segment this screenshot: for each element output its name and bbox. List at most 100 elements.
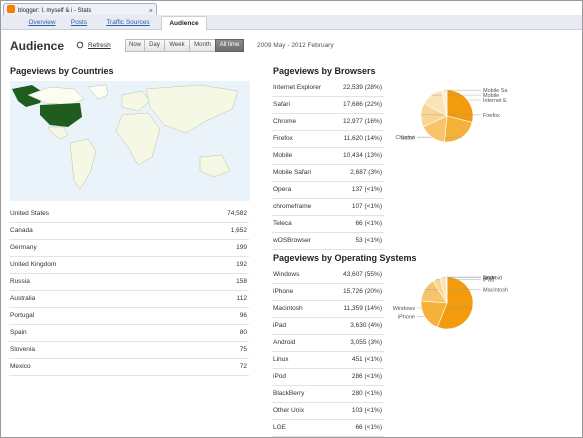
country-row: Slovenia 75 <box>9 342 249 359</box>
os-row: BlackBerry 280 (<1%) <box>272 386 384 403</box>
country-row: Mexico 72 <box>9 359 249 376</box>
country-label: Germany <box>10 244 37 251</box>
country-value: 75 <box>239 346 247 353</box>
os-value: 103 (<1%) <box>351 407 382 414</box>
pie-slice-label: Windows <box>393 306 416 312</box>
browser-value: 53 (<1%) <box>355 237 382 244</box>
blogger-icon <box>7 5 15 13</box>
os-label: LGE <box>273 424 287 431</box>
os-row: LGE 66 (<1%) <box>272 420 384 437</box>
os-value: 15,726 (20%) <box>342 288 382 295</box>
os-value: 11,359 (14%) <box>343 305 382 312</box>
os-row: Windows 43,607 (55%) <box>272 267 384 284</box>
world-map <box>10 81 250 201</box>
range-week-button[interactable]: Week <box>164 39 190 52</box>
os-value: 43,607 (55%) <box>342 271 382 278</box>
os-label: Windows <box>273 271 300 278</box>
browser-row: Safari 17,686 (22%) <box>272 97 384 114</box>
os-pie-chart: WindowsiPhoneMacintoshiPadAndroidLinux <box>393 275 508 330</box>
browser-row: wOSBrowser 53 (<1%) <box>272 233 384 250</box>
country-value: 158 <box>236 278 247 285</box>
tab-audience[interactable]: Audience <box>161 16 207 31</box>
country-value: 1,652 <box>230 227 247 234</box>
browser-row: Firefox 11,620 (14%) <box>272 131 384 148</box>
os-value: 280 (<1%) <box>351 390 382 397</box>
os-label: iPhone <box>273 288 294 295</box>
browser-value: 2,687 (3%) <box>350 169 382 176</box>
os-label: iPad <box>273 322 287 329</box>
range-day-button[interactable]: Day <box>144 39 165 52</box>
os-row: Android 3,055 (3%) <box>272 335 384 352</box>
browser-label: Chrome <box>273 118 297 125</box>
browser-value: 22,539 (28%) <box>342 84 382 91</box>
pie-slice-label: Linux <box>483 275 496 281</box>
os-table: Windows 43,607 (55%) iPhone 15,726 (20%) Mac… <box>272 267 384 437</box>
pie-slice-label: Macintosh <box>483 288 508 294</box>
browser-value: 12,977 (16%) <box>342 118 382 125</box>
country-value: 199 <box>236 244 247 251</box>
browser-value: 11,620 (14%) <box>343 135 382 142</box>
range-all-time-button[interactable]: All time <box>215 39 244 52</box>
browser-row: Teleca 66 (<1%) <box>272 216 384 233</box>
browser-label: Mobile Safari <box>273 169 311 176</box>
country-value: 74,582 <box>227 210 247 217</box>
country-value: 112 <box>236 295 247 302</box>
tab-posts[interactable]: Posts <box>67 17 91 28</box>
tab-overview[interactable]: Overview <box>23 17 61 28</box>
browsers-title: Pageviews by Browsers <box>273 66 376 76</box>
country-label: United States <box>10 210 50 217</box>
os-label: iPod <box>273 373 287 380</box>
os-label: Other Unix <box>273 407 305 414</box>
browser-value: 137 (<1%) <box>351 186 382 193</box>
os-title: Pageviews by Operating Systems <box>273 253 417 263</box>
countries-title: Pageviews by Countries <box>10 66 114 76</box>
country-value: 192 <box>236 261 247 268</box>
range-now-button[interactable]: Now <box>125 39 145 52</box>
countries-table: United States 74,582 Canada 1,652 Germany 199… <box>9 206 249 376</box>
browser-row: chromeframe 107 (<1%) <box>272 199 384 216</box>
stats-window: blogger: I, myself & i - Stats × Overvie… <box>0 0 583 438</box>
country-row: Russia 158 <box>9 274 249 291</box>
os-label: BlackBerry <box>273 390 305 397</box>
country-row: United Kingdom 192 <box>9 257 249 274</box>
browser-value: 17,686 (22%) <box>342 101 382 108</box>
browser-row: Mobile Safari 2,687 (3%) <box>272 165 384 182</box>
browser-label: Internet Explorer <box>273 84 322 91</box>
browsers-pie-chart: Internet ESafariChromeFirefoxMobileMobil… <box>395 88 508 143</box>
browser-label: Mobile <box>273 152 293 159</box>
country-row: Canada 1,652 <box>9 223 249 240</box>
tab-traffic-sources[interactable]: Traffic Sources <box>99 17 157 28</box>
os-row: iPad 3,630 (4%) <box>272 318 384 335</box>
browser-label: Opera <box>273 186 292 193</box>
browser-value: 107 (<1%) <box>351 203 382 210</box>
range-month-button[interactable]: Month <box>189 39 216 52</box>
country-row: Spain 80 <box>9 325 249 342</box>
refresh-icon[interactable] <box>76 41 84 49</box>
country-label: Russia <box>10 278 30 285</box>
browsers-table: Internet Explorer 22,539 (28%) Safari 17,68… <box>272 80 384 250</box>
country-label: Mexico <box>10 363 31 370</box>
os-row: iPhone 15,726 (20%) <box>272 284 384 301</box>
pie-slice-label: Firefox <box>483 113 500 119</box>
browser-label: Firefox <box>273 135 293 142</box>
country-row: Australia 112 <box>9 291 249 308</box>
country-row: Portugal 96 <box>9 308 249 325</box>
os-row: iPod 286 (<1%) <box>272 369 384 386</box>
browser-tab-title: blogger: I, myself & i - Stats <box>18 8 92 14</box>
os-label: Linux <box>273 356 289 363</box>
browser-value: 66 (<1%) <box>355 220 382 227</box>
browser-label: Teleca <box>273 220 292 227</box>
os-label: Android <box>273 339 296 346</box>
browser-label: wOSBrowser <box>273 237 311 244</box>
country-value: 72 <box>239 363 247 370</box>
refresh-link[interactable]: Refresh <box>88 42 111 49</box>
os-row: Other Unix 103 (<1%) <box>272 403 384 420</box>
country-label: United Kingdom <box>10 261 57 268</box>
country-value: 80 <box>239 329 247 336</box>
os-value: 3,055 (3%) <box>350 339 382 346</box>
country-label: Portugal <box>10 312 35 319</box>
pie-slice-label: Mobile Sa <box>483 88 508 94</box>
browser-value: 10,434 (13%) <box>342 152 382 159</box>
browser-row: Internet Explorer 22,539 (28%) <box>272 80 384 97</box>
os-row: Macintosh 11,359 (14%) <box>272 301 384 318</box>
